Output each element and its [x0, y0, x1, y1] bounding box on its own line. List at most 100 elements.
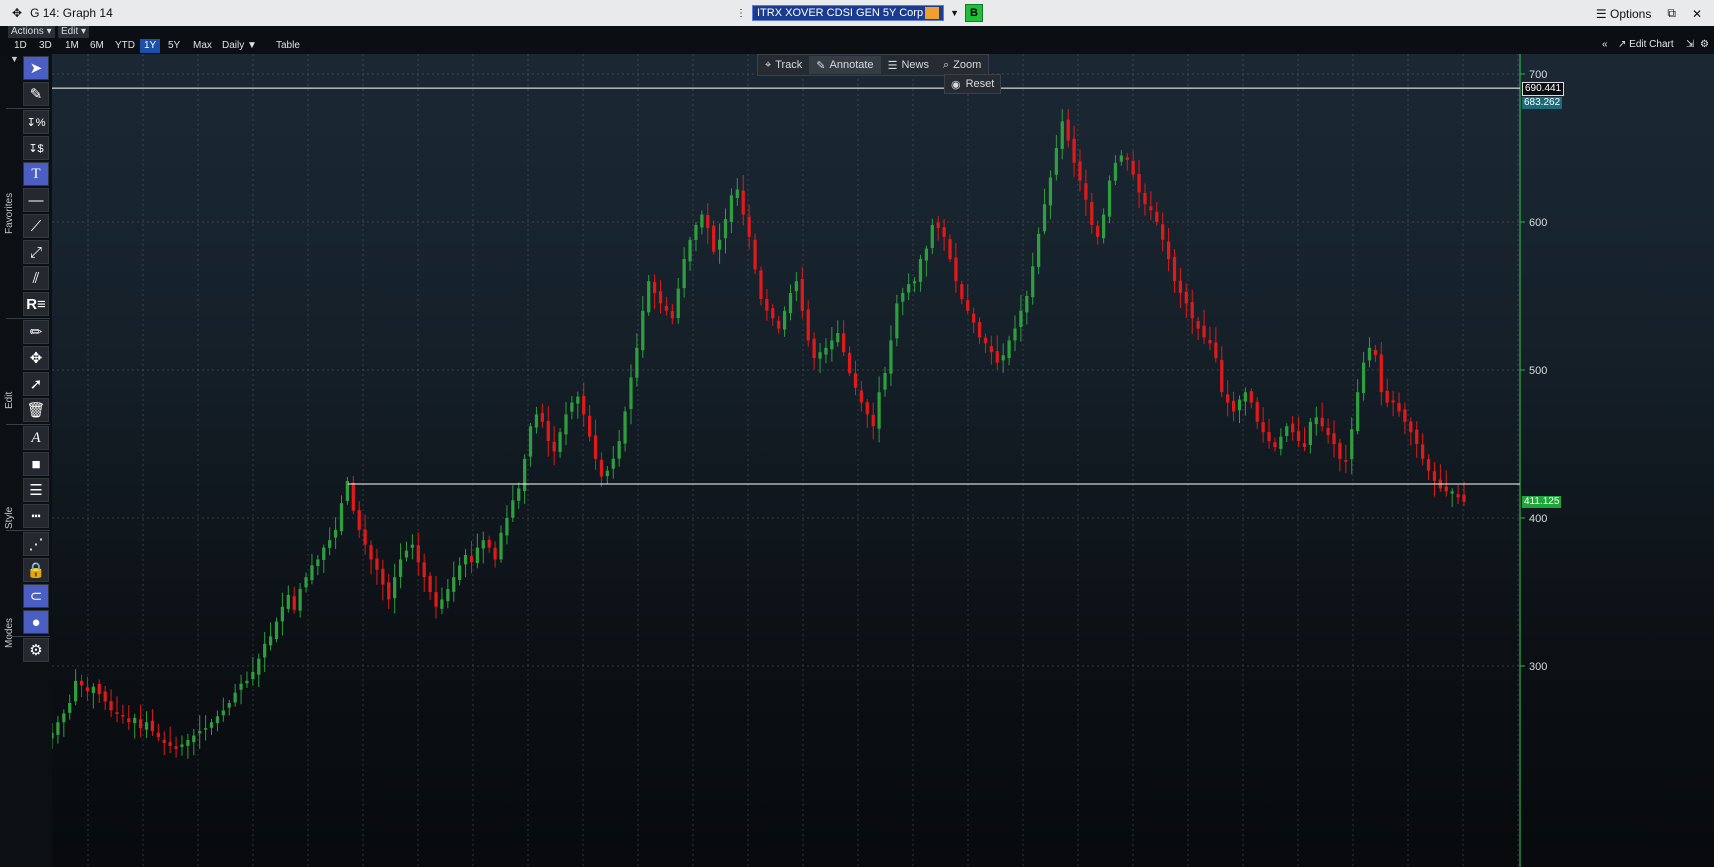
add-point-icon[interactable]: ➚ [23, 372, 49, 396]
candle-body [842, 333, 846, 353]
settings-icon[interactable]: ⚙ [1700, 39, 1709, 50]
candle-body [1025, 296, 1029, 313]
collapse-icon[interactable]: « [1602, 39, 1608, 50]
candle-body [676, 288, 680, 319]
trash-icon[interactable]: 🗑 [23, 398, 49, 422]
color-mode-icon[interactable]: ● [23, 610, 49, 634]
trend-line-icon[interactable]: ⟋ [23, 214, 49, 238]
horizontal-line-icon[interactable]: — [23, 188, 49, 212]
restore-icon[interactable]: ⧉ [1667, 6, 1676, 21]
draw-line-icon[interactable]: ✎ [23, 82, 49, 106]
security-input[interactable]: ITRX XOVER CDSI GEN 5Y Corp [752, 5, 945, 21]
actions-menu[interactable]: Actions ▾ [8, 26, 55, 38]
candle-body [918, 259, 923, 282]
candle-body [410, 544, 415, 548]
table-button[interactable]: Table [272, 39, 304, 53]
font-style-icon[interactable]: A [23, 426, 49, 450]
select-arrow-icon[interactable]: ➤ [23, 56, 49, 80]
candle-body [1296, 431, 1301, 442]
candle-body [1421, 444, 1425, 459]
regression-icon[interactable]: R≡ [23, 292, 49, 316]
candle-body [328, 540, 332, 548]
section-edit: Edit [4, 391, 15, 409]
candle-body [1332, 433, 1336, 444]
magnet-mode-icon[interactable]: ⊂ [23, 584, 49, 608]
candle-body [1326, 428, 1330, 436]
share-icon[interactable]: ⇲ [1686, 39, 1694, 50]
period-row: 1D 3D 1M 6M YTD 1Y 5Y Max Daily ▼ Table … [0, 38, 1714, 54]
security-selector[interactable]: ⋮ ITRX XOVER CDSI GEN 5Y Corp ▼ B [736, 4, 983, 22]
zoom-button[interactable]: ⌕ Zoom [936, 56, 988, 74]
candlestick-chart[interactable]: 300 400 500 600 700 [52, 54, 1714, 867]
period-3d[interactable]: 3D [35, 39, 56, 53]
track-button[interactable]: ⌖ Track [758, 56, 809, 74]
candle-body [706, 214, 710, 228]
period-ytd[interactable]: YTD [111, 39, 139, 53]
percent-measure-icon[interactable]: ↧% [23, 110, 49, 134]
gear-icon[interactable]: ⚙ [23, 638, 49, 662]
period-1m[interactable]: 1M [61, 39, 83, 53]
news-button[interactable]: ☰ News [881, 56, 936, 74]
line-weight-icon[interactable]: ☰ [23, 478, 49, 502]
toolbar-collapse-icon[interactable]: ▼ [10, 54, 19, 64]
options-menu[interactable]: ☰ Options [1596, 7, 1651, 21]
dollar-measure-icon[interactable]: ↧$ [23, 136, 49, 160]
pencil-icon[interactable]: ✏ [23, 320, 49, 344]
candle-body [1462, 494, 1466, 502]
candle-body [203, 728, 208, 730]
edit-chart-button[interactable]: ↗ Edit Chart [1618, 39, 1674, 50]
candle-body [416, 545, 420, 563]
candle-body [274, 621, 279, 640]
zoom-icon: ⌕ [942, 58, 950, 71]
candle-body [1261, 422, 1265, 433]
edit-menu[interactable]: Edit ▾ [58, 26, 90, 38]
fill-color-icon[interactable]: ■ [23, 452, 49, 476]
b-button[interactable]: B [965, 4, 983, 22]
candle-body [221, 710, 225, 716]
news-icon: ☰ [887, 59, 898, 72]
candle-body [1037, 233, 1041, 268]
candle-body [227, 703, 231, 708]
candle-body [859, 390, 864, 403]
channel-icon[interactable]: ⫽ [23, 266, 49, 290]
candle-body [363, 529, 367, 545]
period-6m[interactable]: 6M [86, 39, 108, 53]
security-dropdown-icon[interactable]: ▼ [950, 8, 959, 18]
candle-body [280, 606, 285, 622]
text-tool-icon[interactable]: T [23, 162, 49, 186]
line-style-icon[interactable]: ┅ [23, 504, 49, 528]
candle-body [741, 190, 745, 215]
ray-line-icon[interactable]: ⤢ [23, 240, 49, 264]
move-icon[interactable]: ✥ [12, 6, 22, 20]
candle-body [658, 291, 663, 304]
candle-body [422, 562, 426, 578]
candle-body [162, 739, 166, 743]
candle-body [1078, 161, 1082, 181]
candle-body [1308, 421, 1313, 446]
candle-body [215, 716, 220, 724]
frequency-dropdown[interactable]: Daily ▼ [218, 39, 261, 53]
chart-area[interactable]: 300 400 500 600 700 ⌖ Track ✎ Annotate ☰ News ⌕… [52, 54, 1714, 867]
period-5y[interactable]: 5Y [164, 39, 184, 53]
move-tool-icon[interactable]: ✥ [23, 346, 49, 370]
lock-mode-icon[interactable]: 🔒 [23, 558, 49, 582]
candle-body [954, 257, 958, 282]
candle-body [576, 396, 580, 404]
security-color-swatch [925, 7, 940, 19]
candle-body [587, 415, 592, 437]
period-max[interactable]: Max [189, 39, 216, 53]
candle-body [1184, 291, 1188, 304]
annotate-button[interactable]: ✎ Annotate [809, 56, 881, 74]
zoom-label: Zoom [953, 59, 982, 71]
dotted-line-mode-icon[interactable]: ⋰ [23, 532, 49, 556]
period-1d[interactable]: 1D [10, 39, 31, 53]
candle-body [144, 722, 149, 730]
reset-button[interactable]: ◉ Reset [944, 74, 1002, 94]
close-icon[interactable]: ✕ [1692, 7, 1702, 21]
period-1y[interactable]: 1Y [140, 39, 161, 53]
candle-body [617, 441, 621, 459]
candle-body [694, 224, 698, 241]
candle-body [1320, 417, 1324, 427]
candle-body [1403, 409, 1407, 422]
candle-body [322, 547, 326, 560]
